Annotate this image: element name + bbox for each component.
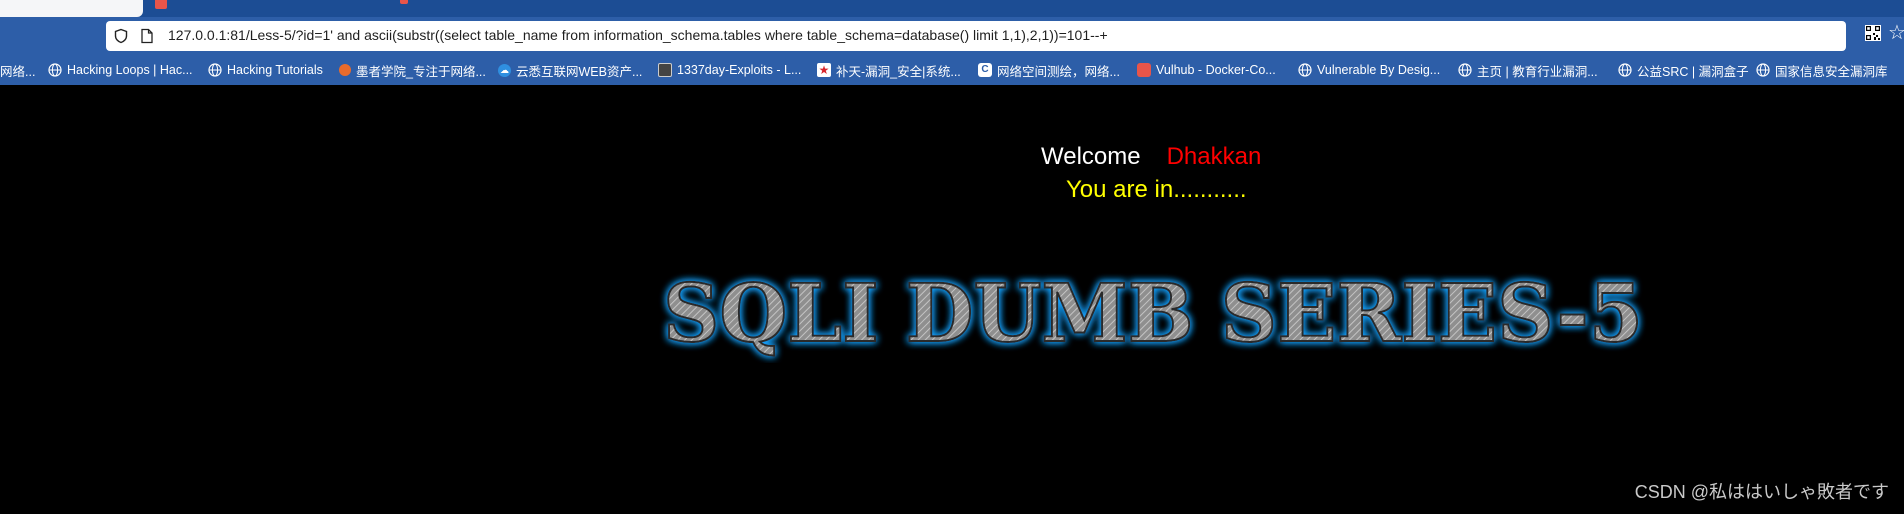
bookmark-star-icon[interactable]: ☆ bbox=[1888, 23, 1904, 43]
bookmark-item[interactable]: 国家信息安全漏洞库 bbox=[1756, 62, 1888, 79]
qr-code-icon[interactable] bbox=[1865, 25, 1881, 41]
browser-window: 127.0.0.1:81/Less-5/?id=1' and ascii(sub… bbox=[0, 0, 1904, 514]
globe-icon bbox=[1458, 63, 1472, 77]
bookmark-item[interactable]: Vulnerable By Desig... bbox=[1298, 62, 1440, 78]
address-bar[interactable]: 127.0.0.1:81/Less-5/?id=1' and ascii(sub… bbox=[106, 21, 1846, 51]
globe-icon bbox=[1298, 63, 1312, 77]
bookmark-item[interactable]: ☁ 云悉互联网WEB资产... bbox=[498, 62, 643, 79]
tab-strip bbox=[0, 0, 1904, 17]
mozhe-icon bbox=[339, 64, 351, 76]
login-status-text: You are in........... bbox=[1066, 176, 1247, 203]
bookmark-item[interactable]: 网络... bbox=[0, 62, 36, 79]
tab-current[interactable] bbox=[0, 0, 143, 17]
bookmark-label: 主页 | 教育行业漏洞... bbox=[1477, 64, 1598, 79]
globe-icon bbox=[1618, 63, 1632, 77]
bookmark-label: 1337day-Exploits - L... bbox=[677, 63, 802, 77]
address-url-text[interactable]: 127.0.0.1:81/Less-5/?id=1' and ascii(sub… bbox=[168, 27, 1108, 43]
bookmark-item[interactable]: 墨者学院_专注于网络... bbox=[339, 62, 486, 79]
toolbar: 127.0.0.1:81/Less-5/?id=1' and ascii(sub… bbox=[0, 17, 1904, 55]
bookmark-item[interactable]: 公益SRC | 漏洞盒子 bbox=[1618, 62, 1749, 79]
welcome-text: Welcome bbox=[1041, 143, 1141, 170]
butian-icon: ★ bbox=[817, 63, 831, 77]
tab-favicon[interactable] bbox=[155, 0, 167, 9]
page-info-icon[interactable] bbox=[140, 28, 154, 44]
tab-favicon-secondary[interactable] bbox=[400, 0, 408, 4]
bookmark-label: Vulnerable By Desig... bbox=[1317, 63, 1441, 77]
bookmark-item[interactable]: 主页 | 教育行业漏洞... bbox=[1458, 62, 1598, 79]
yunxi-icon: ☁ bbox=[498, 63, 511, 77]
bookmark-label: 墨者学院_专注于网络... bbox=[356, 64, 486, 79]
exploit-icon bbox=[658, 63, 672, 77]
bookmark-label: Vulhub - Docker-Co... bbox=[1156, 63, 1276, 77]
bookmark-label: 网络... bbox=[0, 64, 36, 79]
csdn-watermark: CSDN @私ははいしゃ敗者です bbox=[1634, 482, 1889, 502]
bookmark-item[interactable]: Hacking Loops | Hac... bbox=[48, 62, 193, 78]
bookmark-item[interactable]: Hacking Tutorials bbox=[208, 62, 323, 78]
bookmark-label: Hacking Loops | Hac... bbox=[67, 63, 193, 77]
user-name: Dhakkan bbox=[1166, 143, 1262, 170]
page-content: Welcome Dhakkan You are in........... SQ… bbox=[0, 85, 1904, 514]
bookmark-item[interactable]: Vulhub - Docker-Co... bbox=[1137, 62, 1276, 78]
space-icon: C bbox=[978, 63, 992, 77]
bookmark-label: 网络空间测绘，网络... bbox=[997, 64, 1120, 79]
bookmark-label: 国家信息安全漏洞库 bbox=[1775, 64, 1888, 79]
bookmark-item[interactable]: C 网络空间测绘，网络... bbox=[978, 62, 1120, 79]
logo-text: SQLI DUMB SERIES-5 bbox=[663, 266, 1643, 360]
bookmark-label: 补天-漏洞_安全|系统... bbox=[836, 64, 961, 79]
globe-icon bbox=[1756, 63, 1770, 77]
bookmark-item[interactable]: ★ 补天-漏洞_安全|系统... bbox=[817, 62, 961, 79]
bookmark-item[interactable]: 1337day-Exploits - L... bbox=[658, 62, 801, 78]
bookmarks-bar: 网络... Hacking Loops | Hac... Hacking Tut… bbox=[0, 55, 1904, 85]
globe-icon bbox=[48, 63, 62, 77]
sqli-dumb-series-logo: SQLI DUMB SERIES-5 bbox=[662, 265, 1644, 361]
globe-icon bbox=[208, 63, 222, 77]
vulhub-icon bbox=[1137, 63, 1151, 77]
shield-icon[interactable] bbox=[113, 28, 129, 44]
welcome-line: Welcome Dhakkan bbox=[1041, 143, 1261, 171]
bookmark-label: 云悉互联网WEB资产... bbox=[516, 64, 643, 79]
bookmark-label: Hacking Tutorials bbox=[227, 63, 323, 77]
bookmark-label: 公益SRC | 漏洞盒子 bbox=[1637, 64, 1749, 79]
